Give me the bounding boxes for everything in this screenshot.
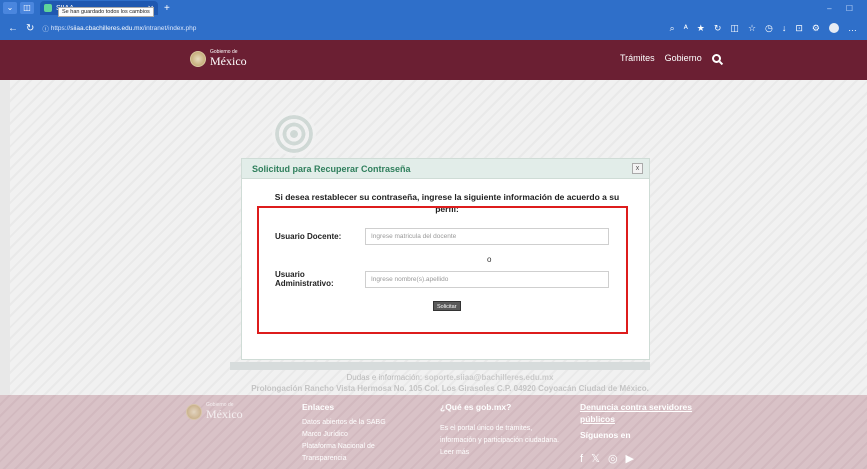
read-aloud-icon[interactable]: ᴬ (684, 23, 688, 34)
workspaces-icon[interactable]: ◫ (20, 2, 34, 14)
more-icon[interactable]: … (848, 23, 857, 34)
new-tab-icon[interactable]: + (164, 3, 170, 14)
admin-label-line1: Usuario (275, 270, 305, 279)
close-icon[interactable]: x (632, 163, 643, 174)
header-nav: Trámites Gobierno (620, 53, 721, 63)
profile-avatar[interactable] (829, 22, 839, 33)
tab-actions-icon[interactable]: ⌄ (3, 2, 17, 14)
search-icon[interactable]: ⌕ (670, 23, 675, 34)
favorites-icon[interactable]: ☆ (748, 23, 756, 34)
dialog-title: Solicitud para Recuperar Contraseña (252, 163, 411, 174)
gobierno-logo[interactable]: Gobierno de México (190, 50, 247, 67)
contact-prefix: Dudas e información: (346, 373, 423, 382)
support-email[interactable]: soporte.siiaa@bachilleres.edu.mx (424, 373, 553, 382)
contact-info: Dudas e información: soporte.siiaa@bachi… (240, 372, 660, 394)
admin-label: Usuario Administrativo: (275, 270, 365, 288)
dialog-header: Solicitud para Recuperar Contraseña (242, 159, 649, 179)
site-footer: Gobierno de México Enlaces Datos abierto… (0, 395, 867, 469)
download-icon[interactable]: ↓ (782, 23, 787, 34)
toolbar-icons: ⌕ ᴬ ★ ↻ ◫ ☆ ◷ ↓ ⊡ ⚙ … (670, 22, 857, 34)
url-host: siiaa.cbachilleres.edu.mx (70, 24, 143, 32)
footer-logo[interactable]: Gobierno de México (186, 403, 243, 420)
docente-input[interactable] (365, 228, 609, 245)
contact-address: Prolongación Rancho Vista Hermosa No. 10… (251, 384, 649, 393)
screenshot-icon[interactable]: ⊡ (795, 23, 803, 34)
nav-tramites[interactable]: Trámites (620, 53, 655, 63)
enlace-transparencia[interactable]: Plataforma Nacional de Transparencia (302, 441, 412, 465)
que-es-title: ¿Qué es gob.mx? (440, 402, 512, 412)
footer-enlaces: Enlaces Datos abiertos de la SABG Marco … (302, 401, 412, 465)
docente-label: Usuario Docente: (275, 232, 342, 241)
admin-row: Usuario Administrativo: (275, 270, 609, 288)
refresh-icon[interactable]: ↻ (26, 23, 34, 34)
favorite-star-icon[interactable]: ★ (697, 23, 705, 34)
bachilleres-logo-icon (272, 112, 316, 156)
enlaces-title: Enlaces (302, 402, 335, 412)
admin-input[interactable] (365, 270, 609, 288)
siguenos-title: Síguenos en (580, 430, 631, 440)
mexico-seal-icon (190, 50, 206, 67)
address-bar: ← ↻ ⓘ https:// siiaa.cbachilleres.edu.mx… (0, 16, 867, 40)
docente-row: Usuario Docente: (275, 228, 609, 245)
url-prefix: https:// (50, 24, 71, 32)
nav-gobierno[interactable]: Gobierno (665, 53, 702, 63)
dialog-bottom-strip (230, 362, 650, 370)
back-icon[interactable]: ← (8, 23, 18, 34)
or-separator: o (487, 255, 492, 264)
url-field[interactable]: ⓘ https:// siiaa.cbachilleres.edu.mx /in… (42, 21, 222, 35)
social-icons: f 𝕏 ◎ ▶ (580, 453, 700, 465)
refresh-extension-icon[interactable]: ↻ (714, 23, 722, 34)
footer-logo-big: México (206, 407, 243, 421)
site-header: Gobierno de México Trámites Gobierno (0, 40, 867, 80)
logo-big-text: México (210, 54, 247, 68)
que-es-text: Es el portal único de trámites, informac… (440, 425, 560, 456)
split-screen-icon[interactable]: ◫ (730, 23, 739, 34)
tab-tooltip: Se han guardado todos los cambios (58, 7, 154, 17)
siiaa-favicon-icon (44, 4, 52, 12)
url-path: /intranet/index.php (142, 24, 197, 32)
footer-que-es: ¿Qué es gob.mx? Es el portal único de tr… (440, 401, 560, 459)
youtube-icon[interactable]: ▶ (626, 453, 634, 465)
instagram-icon[interactable]: ◎ (608, 453, 618, 465)
footer-seal-icon (186, 403, 202, 420)
denuncia-link[interactable]: Denuncia contra servidores públicos (580, 401, 700, 425)
facebook-icon[interactable]: f (580, 453, 583, 465)
enlace-marco-juridico[interactable]: Marco Jurídico (302, 429, 412, 441)
admin-label-line2: Administrativo: (275, 279, 334, 288)
x-twitter-icon[interactable]: 𝕏 (591, 453, 600, 465)
enlace-datos-abiertos[interactable]: Datos abiertos de la SABG (302, 417, 412, 429)
footer-denuncia: Denuncia contra servidores públicos Sígu… (580, 401, 700, 465)
history-icon[interactable]: ◷ (765, 23, 773, 34)
solicitar-button[interactable]: Solicitar (433, 301, 461, 311)
site-info-icon[interactable]: ⓘ (42, 23, 50, 33)
extensions-icon[interactable]: ⚙ (812, 23, 820, 34)
window-controls[interactable]: – ☐ (827, 4, 859, 13)
search-icon[interactable] (711, 53, 721, 63)
recover-form: Usuario Docente: o Usuario Administrativ… (275, 224, 619, 324)
